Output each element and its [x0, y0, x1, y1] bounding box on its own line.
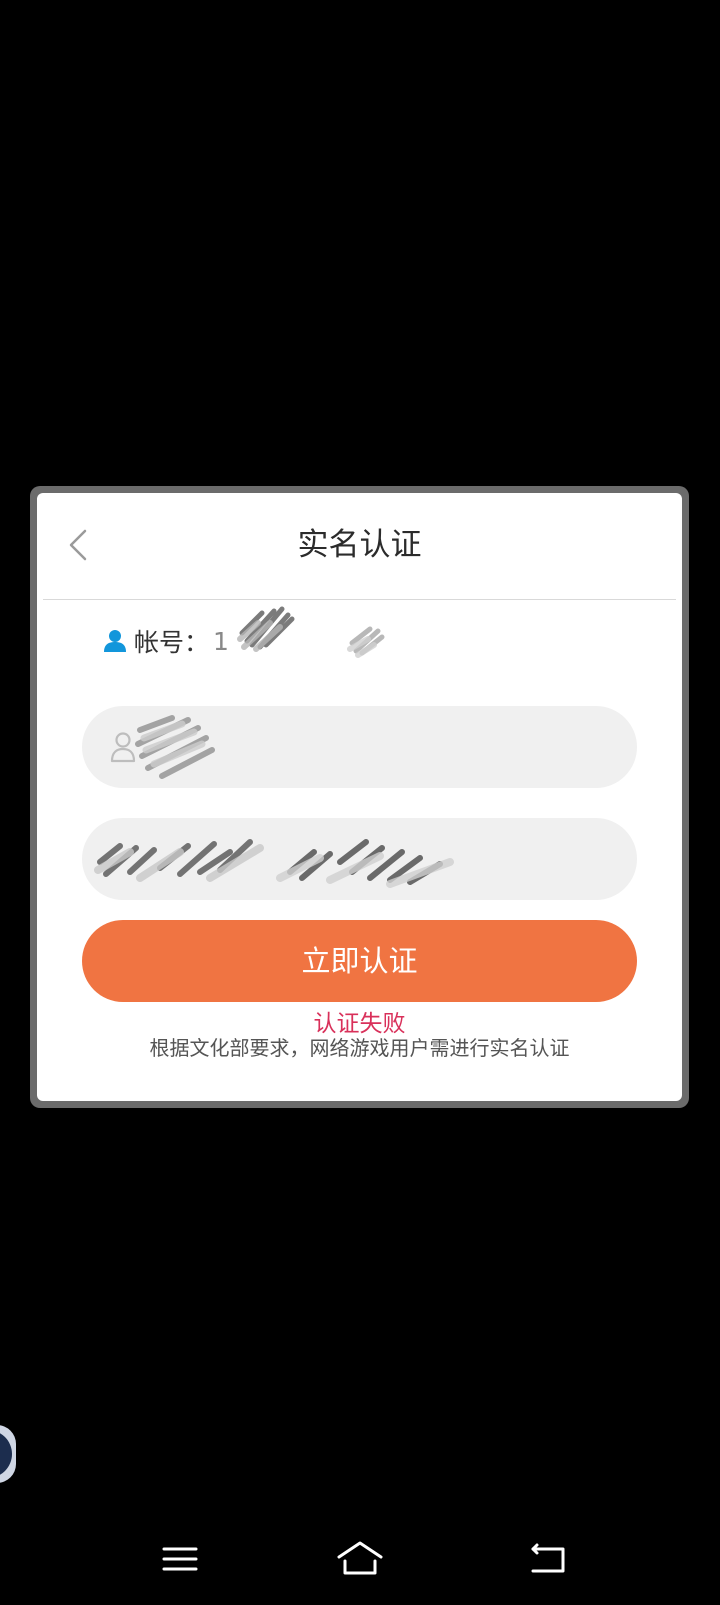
idcard-redaction: [94, 839, 454, 888]
screen: 实名认证 帐号： 1 立即认证 认证失败 根据文化部要求，网络游戏用户需进行实名…: [0, 0, 720, 1605]
home-icon: [337, 1541, 383, 1575]
user-icon: [104, 630, 126, 652]
floating-ball-icon[interactable]: [0, 1425, 16, 1483]
account-redaction: [237, 606, 385, 658]
idcard-field-container: [82, 818, 637, 902]
system-nav-bar: [0, 1525, 720, 1605]
realname-dialog: 实名认证 帐号： 1 立即认证 认证失败 根据文化部要求，网络游戏用户需进行实名…: [37, 493, 682, 1101]
menu-icon: [162, 1547, 198, 1571]
back-icon: [531, 1543, 565, 1573]
dialog-header: 实名认证: [37, 493, 682, 600]
name-redaction: [135, 715, 215, 779]
nav-back-button[interactable]: [527, 1539, 571, 1579]
notice-text: 根据文化部要求，网络游戏用户需进行实名认证: [149, 1036, 570, 1060]
verify-now-button[interactable]: 立即认证: [82, 920, 637, 1002]
dialog-title: 实名认证: [297, 527, 422, 563]
name-field-container: [82, 706, 637, 790]
realname-dialog-frame: 实名认证 帐号： 1 立即认证 认证失败 根据文化部要求，网络游戏用户需进行实名…: [30, 486, 689, 1108]
nav-menu-button[interactable]: [158, 1539, 202, 1579]
account-row: 帐号： 1: [102, 621, 229, 661]
account-label: 帐号：: [134, 628, 210, 657]
nav-home-button[interactable]: [335, 1539, 385, 1579]
